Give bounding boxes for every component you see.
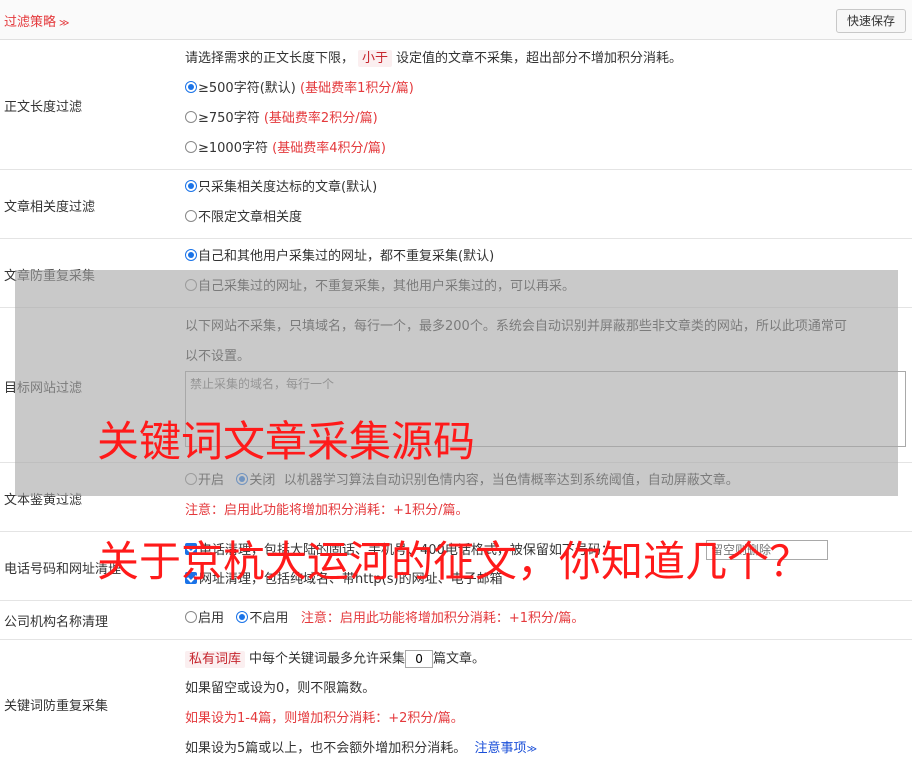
company-cleanup-label: 公司机构名称清理 xyxy=(4,615,109,630)
company-cleanup-row: 公司机构名称清理 启用 不启用 注意：启用此功能将增加积分消耗：+1积分/篇。 xyxy=(0,601,912,640)
keyword-limit-input[interactable] xyxy=(405,650,434,668)
chevron-down-icon: ≫ xyxy=(526,744,538,755)
chevron-down-icon: ≫ xyxy=(59,18,70,29)
notes-link[interactable]: 注意事项≫ xyxy=(475,741,537,756)
phone-cleanup-label: 电话号码和网址清理 xyxy=(4,562,122,577)
phone-cleanup-option[interactable]: 电话清理，包括大陆的固话、手机号、400电话格式，被保留如下号码： xyxy=(185,542,614,560)
porn-filter-row: 文本鉴黄过滤 开启 关闭 以机器学习算法自动识别色情内容，当色情概率达到系统阈值… xyxy=(0,463,912,532)
length-option-750[interactable]: ≥750字符 (基础费率2积分/篇) xyxy=(185,110,378,128)
porn-filter-options: 开启 关闭 以机器学习算法自动识别色情内容，当色情概率达到系统阈值，自动屏蔽文章… xyxy=(185,472,739,490)
keyword-dedupe-label: 关键词防重复采集 xyxy=(4,699,109,714)
checkbox[interactable] xyxy=(185,572,197,584)
radio-button[interactable] xyxy=(185,81,197,93)
dedupe-row: 文章防重复采集 自己和其他用户采集过的网址，都不重复采集(默认) 自己采集过的网… xyxy=(0,239,912,308)
porn-filter-label: 文本鉴黄过滤 xyxy=(4,493,83,508)
keep-phone-input[interactable] xyxy=(706,540,828,560)
radio-button[interactable] xyxy=(185,611,197,623)
dedupe-option-all[interactable]: 自己和其他用户采集过的网址，都不重复采集(默认) xyxy=(185,248,494,266)
filter-title[interactable]: 过滤策略 ≫ xyxy=(4,11,69,30)
quick-save-button[interactable]: 快速保存 xyxy=(836,9,906,33)
blocked-domains-textarea[interactable] xyxy=(185,371,906,447)
radio-button[interactable] xyxy=(185,180,197,192)
radio-button[interactable] xyxy=(185,111,197,123)
porn-filter-note: 注意：启用此功能将增加积分消耗：+1积分/篇。 xyxy=(185,503,469,518)
radio-button[interactable] xyxy=(185,141,197,153)
checkbox[interactable] xyxy=(185,543,197,555)
radio-button[interactable] xyxy=(185,473,197,485)
keyword-dedupe-row: 关键词防重复采集 私有词库中每个关键词最多允许采集篇文章。 如果留空或设为0，则… xyxy=(0,640,912,768)
site-filter-desc-1: 以下网站不采集，只填域名，每行一个，最多200个。系统会自动识别并屏蔽那些非文章… xyxy=(185,319,847,334)
url-cleanup-option[interactable]: 网址清理，包括纯域名、带http(s)的网址、电子邮箱 xyxy=(185,571,503,589)
radio-button[interactable] xyxy=(185,279,197,291)
site-filter-label: 目标网站过滤 xyxy=(4,381,83,396)
keyword-limit-line: 私有词库中每个关键词最多允许采集篇文章。 xyxy=(185,650,485,668)
filter-header: 过滤策略 ≫ 快速保存 xyxy=(0,0,912,40)
keyword-hint-3: 如果设为5篇或以上，也不会额外增加积分消耗。 注意事项≫ xyxy=(185,741,538,756)
radio-button[interactable] xyxy=(185,210,197,222)
relevance-filter-row: 文章相关度过滤 只采集相关度达标的文章(默认) 不限定文章相关度 xyxy=(0,170,912,239)
porn-filter-desc: 以机器学习算法自动识别色情内容，当色情概率达到系统阈值，自动屏蔽文章。 xyxy=(283,473,739,488)
length-filter-desc: 请选择需求的正文长度下限， 小于 设定值的文章不采集，超出部分不增加积分消耗。 xyxy=(185,50,683,67)
company-cleanup-options: 启用 不启用 注意：启用此功能将增加积分消耗：+1积分/篇。 xyxy=(185,610,584,628)
radio-button[interactable] xyxy=(185,249,197,261)
length-option-500[interactable]: ≥500字符(默认) (基础费率1积分/篇) xyxy=(185,80,414,98)
company-cleanup-note: 注意：启用此功能将增加积分消耗：+1积分/篇。 xyxy=(300,611,585,626)
length-option-1000[interactable]: ≥1000字符 (基础费率4积分/篇) xyxy=(185,140,386,158)
keyword-hint-2: 如果设为1-4篇，则增加积分消耗：+2积分/篇。 xyxy=(185,711,464,726)
porn-off-label[interactable]: 关闭 xyxy=(249,473,275,488)
company-off-label[interactable]: 不启用 xyxy=(249,611,288,626)
dedupe-option-self[interactable]: 自己采集过的网址，不重复采集，其他用户采集过的，可以再采。 xyxy=(185,278,575,296)
dedupe-label: 文章防重复采集 xyxy=(4,269,96,284)
less-than-tag: 小于 xyxy=(358,50,393,67)
porn-on-label[interactable]: 开启 xyxy=(198,473,224,488)
company-on-label[interactable]: 启用 xyxy=(198,611,224,626)
private-lexicon-tag[interactable]: 私有词库 xyxy=(185,650,246,668)
relevance-filter-label: 文章相关度过滤 xyxy=(4,200,96,215)
radio-button[interactable] xyxy=(236,473,249,485)
relevance-option-qualified[interactable]: 只采集相关度达标的文章(默认) xyxy=(185,179,377,197)
length-filter-label: 正文长度过滤 xyxy=(4,100,83,115)
relevance-option-unlimited[interactable]: 不限定文章相关度 xyxy=(185,209,302,227)
length-filter-row: 正文长度过滤 请选择需求的正文长度下限， 小于 设定值的文章不采集，超出部分不增加积… xyxy=(0,40,912,170)
keyword-hint-1: 如果留空或设为0，则不限篇数。 xyxy=(185,681,376,696)
radio-button[interactable] xyxy=(236,611,249,623)
site-filter-desc-2: 以不设置。 xyxy=(185,349,251,364)
